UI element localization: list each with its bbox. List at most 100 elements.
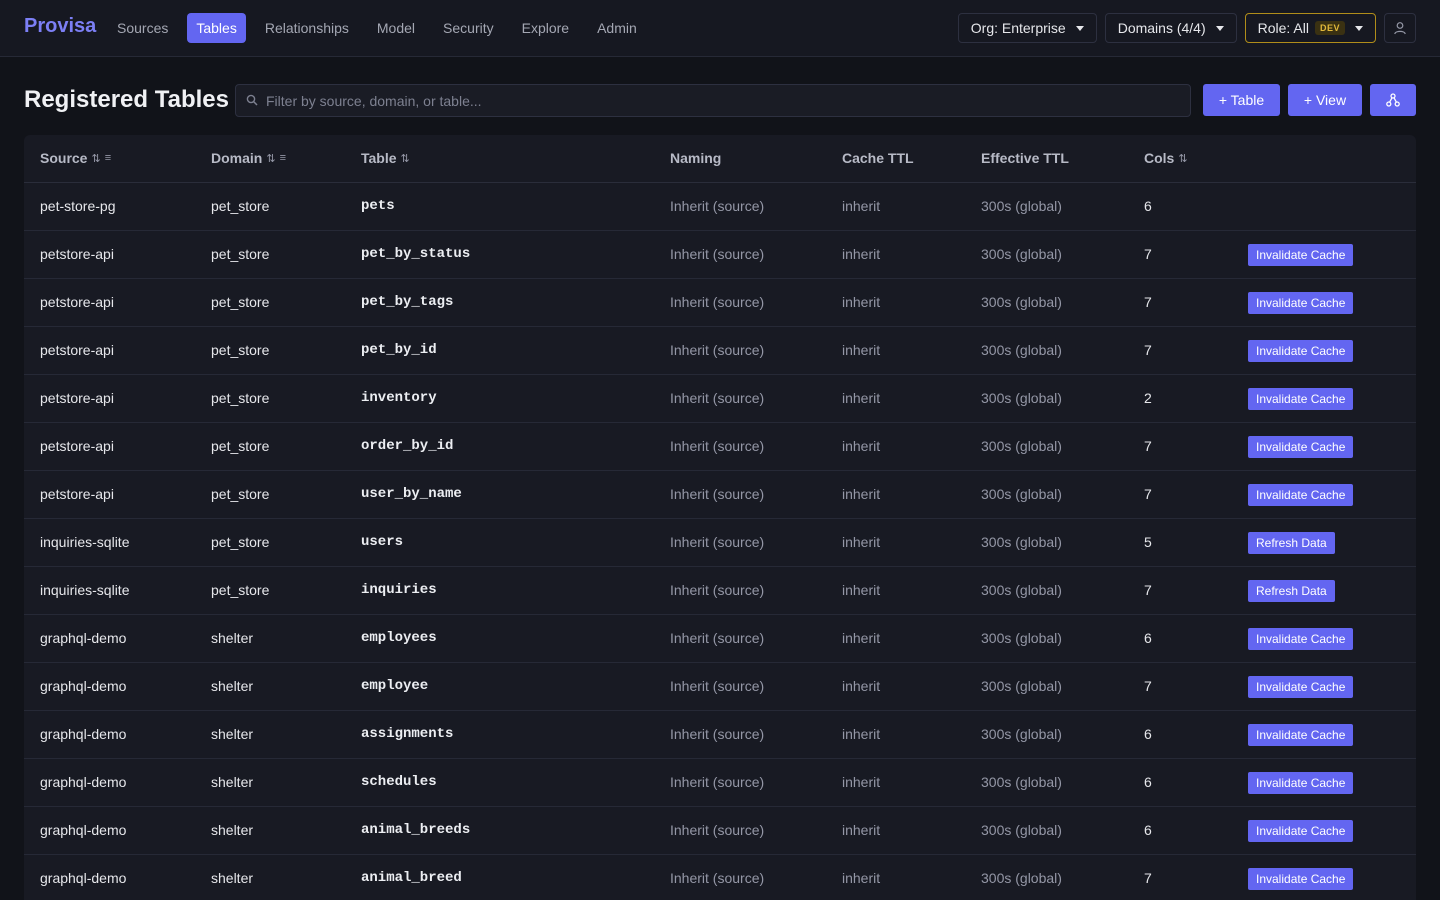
invalidate-cache-button[interactable]: Invalidate Cache (1248, 484, 1354, 506)
invalidate-cache-button[interactable]: Invalidate Cache (1248, 676, 1354, 698)
source-cell: graphql-demo (40, 726, 127, 742)
source-cell: petstore-api (40, 246, 114, 262)
graph-view-button[interactable] (1370, 84, 1416, 116)
invalidate-cache-button[interactable]: Invalidate Cache (1248, 340, 1354, 362)
table-row[interactable]: petstore-api pet_store inventory Inherit (s… (24, 375, 1416, 423)
org-dropdown[interactable]: Org: Enterprise (957, 13, 1097, 43)
sort-icon[interactable]: ⇅ (266, 152, 275, 165)
cols-cell: 7 (1144, 870, 1152, 886)
column-header-label: Domain (211, 150, 263, 166)
invalidate-cache-button[interactable]: Invalidate Cache (1248, 292, 1354, 314)
cache-ttl-cell: inherit (842, 726, 881, 742)
table-row[interactable]: graphql-demo shelter employees Inherit (sou… (24, 615, 1416, 663)
source-cell: petstore-api (40, 294, 114, 310)
cache-ttl-cell: inherit (842, 438, 881, 454)
sort-icon[interactable]: ⇅ (401, 152, 410, 165)
table-row[interactable]: inquiries-sqlite pet_store users Inherit (s… (24, 519, 1416, 567)
main-nav: Sources Tables Relationships Model Security E… (108, 13, 656, 43)
table-row[interactable]: pet-store-pg pet_store pets Inherit (source… (24, 183, 1416, 231)
sort-icon[interactable]: ⇅ (91, 152, 100, 165)
domain-cell: shelter (211, 870, 254, 886)
user-menu-button[interactable] (1384, 13, 1416, 43)
add-view-button[interactable]: + View (1288, 84, 1362, 116)
table-row[interactable]: graphql-demo shelter schedules Inherit (sou… (24, 759, 1416, 807)
refresh-data-button[interactable]: Refresh Data (1248, 532, 1335, 554)
source-cell: graphql-demo (40, 774, 127, 790)
source-cell: graphql-demo (40, 822, 127, 838)
cache-ttl-cell: inherit (842, 342, 881, 358)
invalidate-cache-button[interactable]: Invalidate Cache (1248, 820, 1354, 842)
cols-cell: 7 (1144, 438, 1152, 454)
domain-cell: pet_store (211, 486, 270, 502)
table-row[interactable]: petstore-api pet_store pet_by_id Inherit (s… (24, 327, 1416, 375)
invalidate-cache-button[interactable]: Invalidate Cache (1248, 436, 1354, 458)
column-filter-icon[interactable]: ≡ (280, 152, 286, 164)
column-header-label: Table (361, 150, 397, 166)
nav-item-model[interactable]: Model (368, 13, 424, 43)
table-row[interactable]: graphql-demo shelter assignments Inherit (s… (24, 711, 1416, 759)
naming-cell: Inherit (source) (670, 486, 765, 502)
table-row[interactable]: graphql-demo shelter animal_breeds Inherit … (24, 807, 1416, 855)
table-name-cell: pet_by_id (361, 342, 437, 358)
naming-cell: Inherit (source) (670, 198, 765, 214)
naming-cell: Inherit (source) (670, 390, 765, 406)
nav-item-tables[interactable]: Tables (187, 13, 246, 43)
table-row[interactable]: petstore-api pet_store pet_by_tags Inherit … (24, 279, 1416, 327)
nav-item-relationships[interactable]: Relationships (256, 13, 358, 43)
env-badge: DEV (1314, 21, 1345, 35)
column-header-label: Source (40, 150, 88, 166)
nav-item-admin[interactable]: Admin (588, 13, 646, 43)
table-row[interactable]: inquiries-sqlite pet_store inquiries Inheri… (24, 567, 1416, 615)
nav-item-security[interactable]: Security (434, 13, 503, 43)
table-row[interactable]: petstore-api pet_store pet_by_status Inheri… (24, 231, 1416, 279)
domains-dropdown[interactable]: Domains (4/4) (1104, 13, 1237, 43)
table-name-cell: schedules (361, 774, 437, 790)
invalidate-cache-button[interactable]: Invalidate Cache (1248, 388, 1354, 410)
brand-logo[interactable]: Provisa (24, 15, 96, 38)
effective-ttl-cell: 300s (global) (981, 342, 1062, 358)
table-name-cell: inquiries (361, 582, 437, 598)
source-cell: graphql-demo (40, 870, 127, 886)
naming-cell: Inherit (source) (670, 342, 765, 358)
table-row[interactable]: graphql-demo shelter animal_breed Inherit (… (24, 855, 1416, 900)
role-dropdown[interactable]: Role: All DEV (1244, 13, 1376, 43)
cols-cell: 7 (1144, 246, 1152, 262)
table-row[interactable]: graphql-demo shelter employee Inherit (sour… (24, 663, 1416, 711)
invalidate-cache-button[interactable]: Invalidate Cache (1248, 724, 1354, 746)
column-header-table[interactable]: Table ⇅ (361, 150, 410, 166)
sort-icon[interactable]: ⇅ (1178, 152, 1187, 165)
graph-icon (1386, 93, 1400, 107)
effective-ttl-cell: 300s (global) (981, 582, 1062, 598)
invalidate-cache-button[interactable]: Invalidate Cache (1248, 772, 1354, 794)
naming-cell: Inherit (source) (670, 822, 765, 838)
domain-cell: pet_store (211, 390, 270, 406)
cache-ttl-cell: inherit (842, 822, 881, 838)
column-header-domain[interactable]: Domain ⇅ ≡ (211, 150, 286, 166)
table-row[interactable]: petstore-api pet_store order_by_id Inherit … (24, 423, 1416, 471)
table-row[interactable]: petstore-api pet_store user_by_name Inherit… (24, 471, 1416, 519)
column-header-effective-ttl: Effective TTL (981, 150, 1069, 166)
nav-item-sources[interactable]: Sources (108, 13, 177, 43)
cache-ttl-cell: inherit (842, 294, 881, 310)
cache-ttl-cell: inherit (842, 534, 881, 550)
cols-cell: 7 (1144, 342, 1152, 358)
chevron-down-icon (1215, 25, 1224, 31)
source-cell: inquiries-sqlite (40, 534, 130, 550)
chevron-down-icon (1355, 25, 1363, 31)
column-header-cols[interactable]: Cols ⇅ (1144, 150, 1188, 166)
column-filter-icon[interactable]: ≡ (105, 152, 111, 164)
cols-cell: 6 (1144, 198, 1152, 214)
naming-cell: Inherit (source) (670, 534, 765, 550)
effective-ttl-cell: 300s (global) (981, 726, 1062, 742)
add-table-button[interactable]: + Table (1203, 84, 1280, 116)
cols-cell: 7 (1144, 294, 1152, 310)
invalidate-cache-button[interactable]: Invalidate Cache (1248, 244, 1354, 266)
column-header-source[interactable]: Source ⇅ ≡ (40, 150, 111, 166)
table-name-cell: inventory (361, 390, 437, 406)
invalidate-cache-button[interactable]: Invalidate Cache (1248, 628, 1354, 650)
nav-item-explore[interactable]: Explore (513, 13, 578, 43)
column-header-label: Cols (1144, 150, 1175, 166)
refresh-data-button[interactable]: Refresh Data (1248, 580, 1335, 602)
invalidate-cache-button[interactable]: Invalidate Cache (1248, 868, 1354, 890)
filter-input[interactable] (266, 85, 1166, 116)
